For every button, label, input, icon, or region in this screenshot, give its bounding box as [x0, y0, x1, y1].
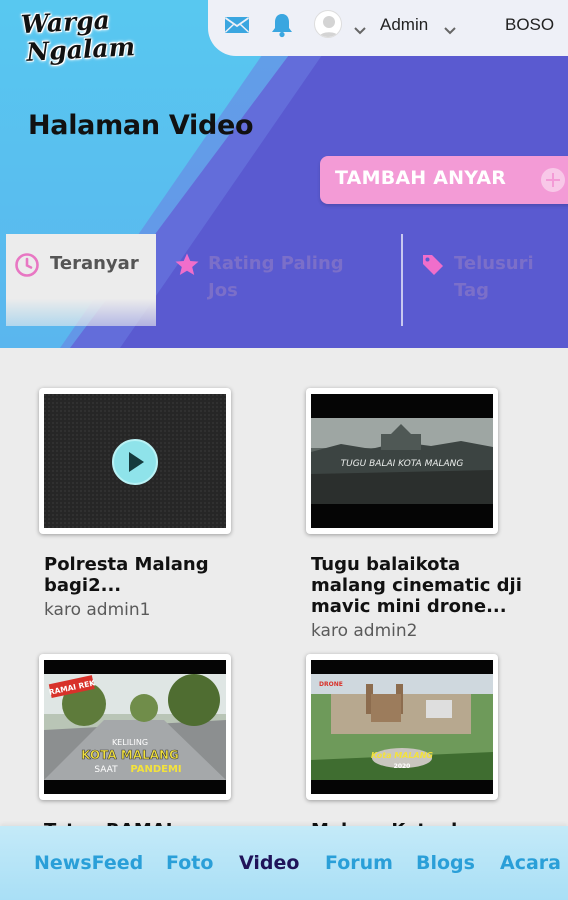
video-thumbnail[interactable]: RAMAI REK KELILING KOTA MALANG SAAT PAND…: [39, 654, 231, 800]
clock-icon: [14, 252, 40, 282]
tab-newest-label: Teranyar: [50, 253, 139, 274]
video-title-line: bagi2...: [44, 575, 122, 596]
tab-newest[interactable]: Teranyar: [6, 234, 156, 326]
video-title-line: Tugu balaikota: [311, 554, 461, 575]
video-label-text: DRONE: [319, 681, 343, 688]
video-thumbnail[interactable]: DRONE Kota MALANG 2020: [306, 654, 498, 800]
tab-browse-tags-label: Telusuri Tag: [454, 250, 564, 304]
video-title-line: mavic mini drone...: [311, 596, 507, 617]
mail-icon[interactable]: [224, 16, 250, 38]
video-author[interactable]: karo admin1: [44, 600, 150, 620]
video-thumbnail[interactable]: TUGU BALAI KOTA MALANG: [306, 388, 498, 534]
video-overlay-text: TUGU BALAI KOTA MALANG: [341, 459, 464, 469]
add-new-button[interactable]: TAMBAH ANYAR: [320, 156, 568, 204]
video-title-line: malang cinematic dji: [311, 575, 522, 596]
video-author[interactable]: karo admin2: [311, 621, 417, 641]
user-menu-label[interactable]: Admin: [380, 15, 428, 35]
tab-browse-tags[interactable]: Telusuri Tag: [418, 234, 568, 326]
tab-browse-tags-line1: Telusuri: [454, 253, 534, 274]
avatar[interactable]: [314, 10, 342, 38]
bottom-navigation: NewsFeed Foto Video Forum Blogs Acara: [0, 826, 568, 900]
page-title: Halaman Video: [28, 110, 254, 141]
video-caption-text: PANDEMI: [130, 764, 181, 775]
logo-line-2: Ngalam: [25, 32, 136, 67]
nav-acara[interactable]: Acara: [500, 852, 561, 874]
tab-top-rated-line2: Jos: [208, 280, 238, 301]
nav-newsfeed[interactable]: NewsFeed: [34, 852, 143, 874]
language-menu[interactable]: BOSO: [505, 15, 554, 35]
hero-header: Warga Ngalam Admin BOSO Halaman Video TA…: [0, 0, 568, 348]
tab-top-rated-line1: Rating Paling: [208, 253, 344, 274]
nav-blogs[interactable]: Blogs: [416, 852, 475, 874]
tab-divider: [401, 234, 403, 326]
video-caption-text: SAAT: [94, 765, 118, 775]
top-bar: Admin BOSO: [208, 0, 568, 56]
chevron-down-icon[interactable]: [354, 20, 366, 39]
video-caption-text: KOTA MALANG: [81, 748, 179, 762]
video-caption-text: Kota MALANG: [371, 751, 433, 760]
tab-top-rated-label: Rating Paling Jos: [208, 250, 358, 304]
nav-foto[interactable]: Foto: [166, 852, 213, 874]
star-icon: [174, 252, 200, 282]
video-caption-text: KELILING: [112, 738, 148, 747]
nav-forum[interactable]: Forum: [325, 852, 393, 874]
video-caption-text: 2020: [394, 763, 411, 770]
tab-top-rated[interactable]: Rating Paling Jos: [172, 234, 362, 326]
chevron-down-icon[interactable]: [444, 20, 456, 39]
video-thumbnail[interactable]: [39, 388, 231, 534]
video-title[interactable]: Polresta Malang bagi2...: [44, 554, 264, 596]
bell-icon[interactable]: [270, 12, 294, 42]
tab-browse-tags-line2: Tag: [454, 280, 489, 301]
tag-icon: [420, 252, 446, 282]
nav-video[interactable]: Video: [239, 852, 299, 874]
app-logo[interactable]: Warga Ngalam: [20, 5, 142, 81]
video-title[interactable]: Tugu balaikota malang cinematic dji mavi…: [311, 554, 531, 617]
add-new-button-label: TAMBAH ANYAR: [335, 167, 507, 189]
video-title-line: Polresta Malang: [44, 554, 209, 575]
plus-circle-icon: [541, 168, 565, 192]
